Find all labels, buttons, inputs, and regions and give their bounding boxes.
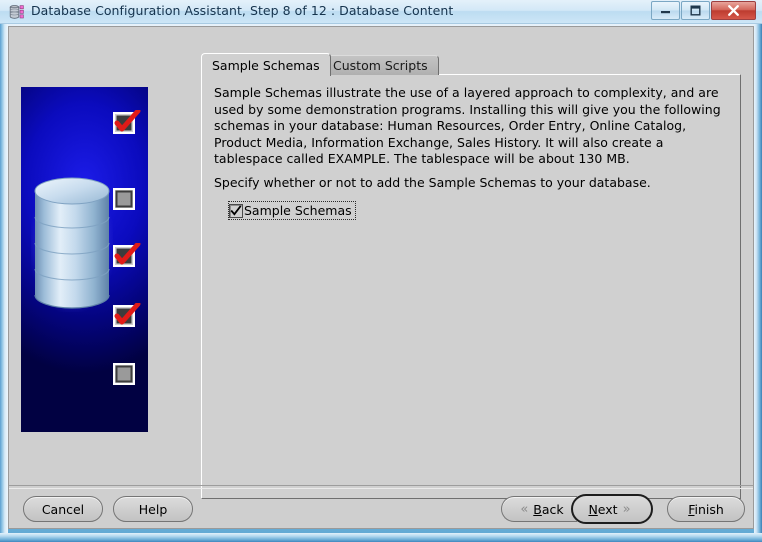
close-icon	[712, 2, 755, 19]
window-frame-bottom	[0, 533, 762, 542]
art-step-marker	[113, 243, 141, 269]
dialog-client-area: Sample Schemas Custom Scripts Sample Sch…	[8, 26, 754, 529]
help-button[interactable]: Help	[113, 496, 193, 522]
database-icon	[9, 4, 25, 20]
tab-sample-schemas[interactable]: Sample Schemas	[201, 53, 331, 76]
specify-paragraph: Specify whether or not to add the Sample…	[214, 175, 651, 190]
intro-paragraph: Sample Schemas illustrate the use of a l…	[214, 85, 721, 167]
database-illustration	[21, 87, 148, 432]
minimize-button[interactable]	[651, 1, 680, 20]
chevron-right-icon: »	[622, 501, 631, 517]
window-frame-left	[0, 24, 8, 542]
chevron-left-icon: «	[520, 501, 529, 517]
tab-label: Sample Schemas	[212, 57, 320, 73]
maximize-button[interactable]	[681, 1, 710, 20]
help-button-label: Help	[138, 501, 168, 517]
finish-button-label: Finish	[688, 501, 724, 517]
maximize-icon	[682, 2, 709, 19]
cancel-button-label: Cancel	[41, 501, 85, 517]
close-button[interactable]	[711, 1, 756, 20]
next-button[interactable]: Next »	[571, 494, 653, 524]
back-button-label: Back	[533, 501, 564, 517]
checkbox-label: Sample Schemas	[244, 203, 352, 218]
checkbox-box[interactable]	[229, 203, 243, 218]
next-button-label: Next	[588, 501, 618, 517]
window-frame-right	[754, 24, 762, 542]
tab-content-panel: Sample Schemas illustrate the use of a l…	[201, 74, 741, 499]
minimize-icon	[652, 2, 679, 19]
button-bar: Cancel Help « Back Next » Finish	[9, 489, 753, 528]
finish-button[interactable]: Finish	[667, 496, 745, 522]
navigation-button-group: « Back Next »	[501, 494, 653, 524]
sample-schemas-checkbox[interactable]: Sample Schemas	[228, 201, 356, 220]
tab-label: Custom Scripts	[333, 58, 428, 73]
tab-custom-scripts[interactable]: Custom Scripts	[322, 55, 439, 75]
window-title: Database Configuration Assistant, Step 8…	[31, 3, 454, 18]
checkmark-icon	[230, 204, 242, 216]
back-button[interactable]: « Back	[501, 496, 577, 522]
application-window: Database Configuration Assistant, Step 8…	[0, 0, 762, 542]
art-step-marker	[113, 110, 141, 136]
title-bar[interactable]: Database Configuration Assistant, Step 8…	[0, 0, 762, 24]
art-step-marker	[113, 303, 141, 329]
art-step-marker	[113, 188, 137, 212]
art-step-marker	[113, 363, 137, 387]
database-cylinder-graphic	[28, 175, 116, 315]
cancel-button[interactable]: Cancel	[23, 496, 103, 522]
tab-strip: Sample Schemas Custom Scripts	[201, 53, 741, 76]
